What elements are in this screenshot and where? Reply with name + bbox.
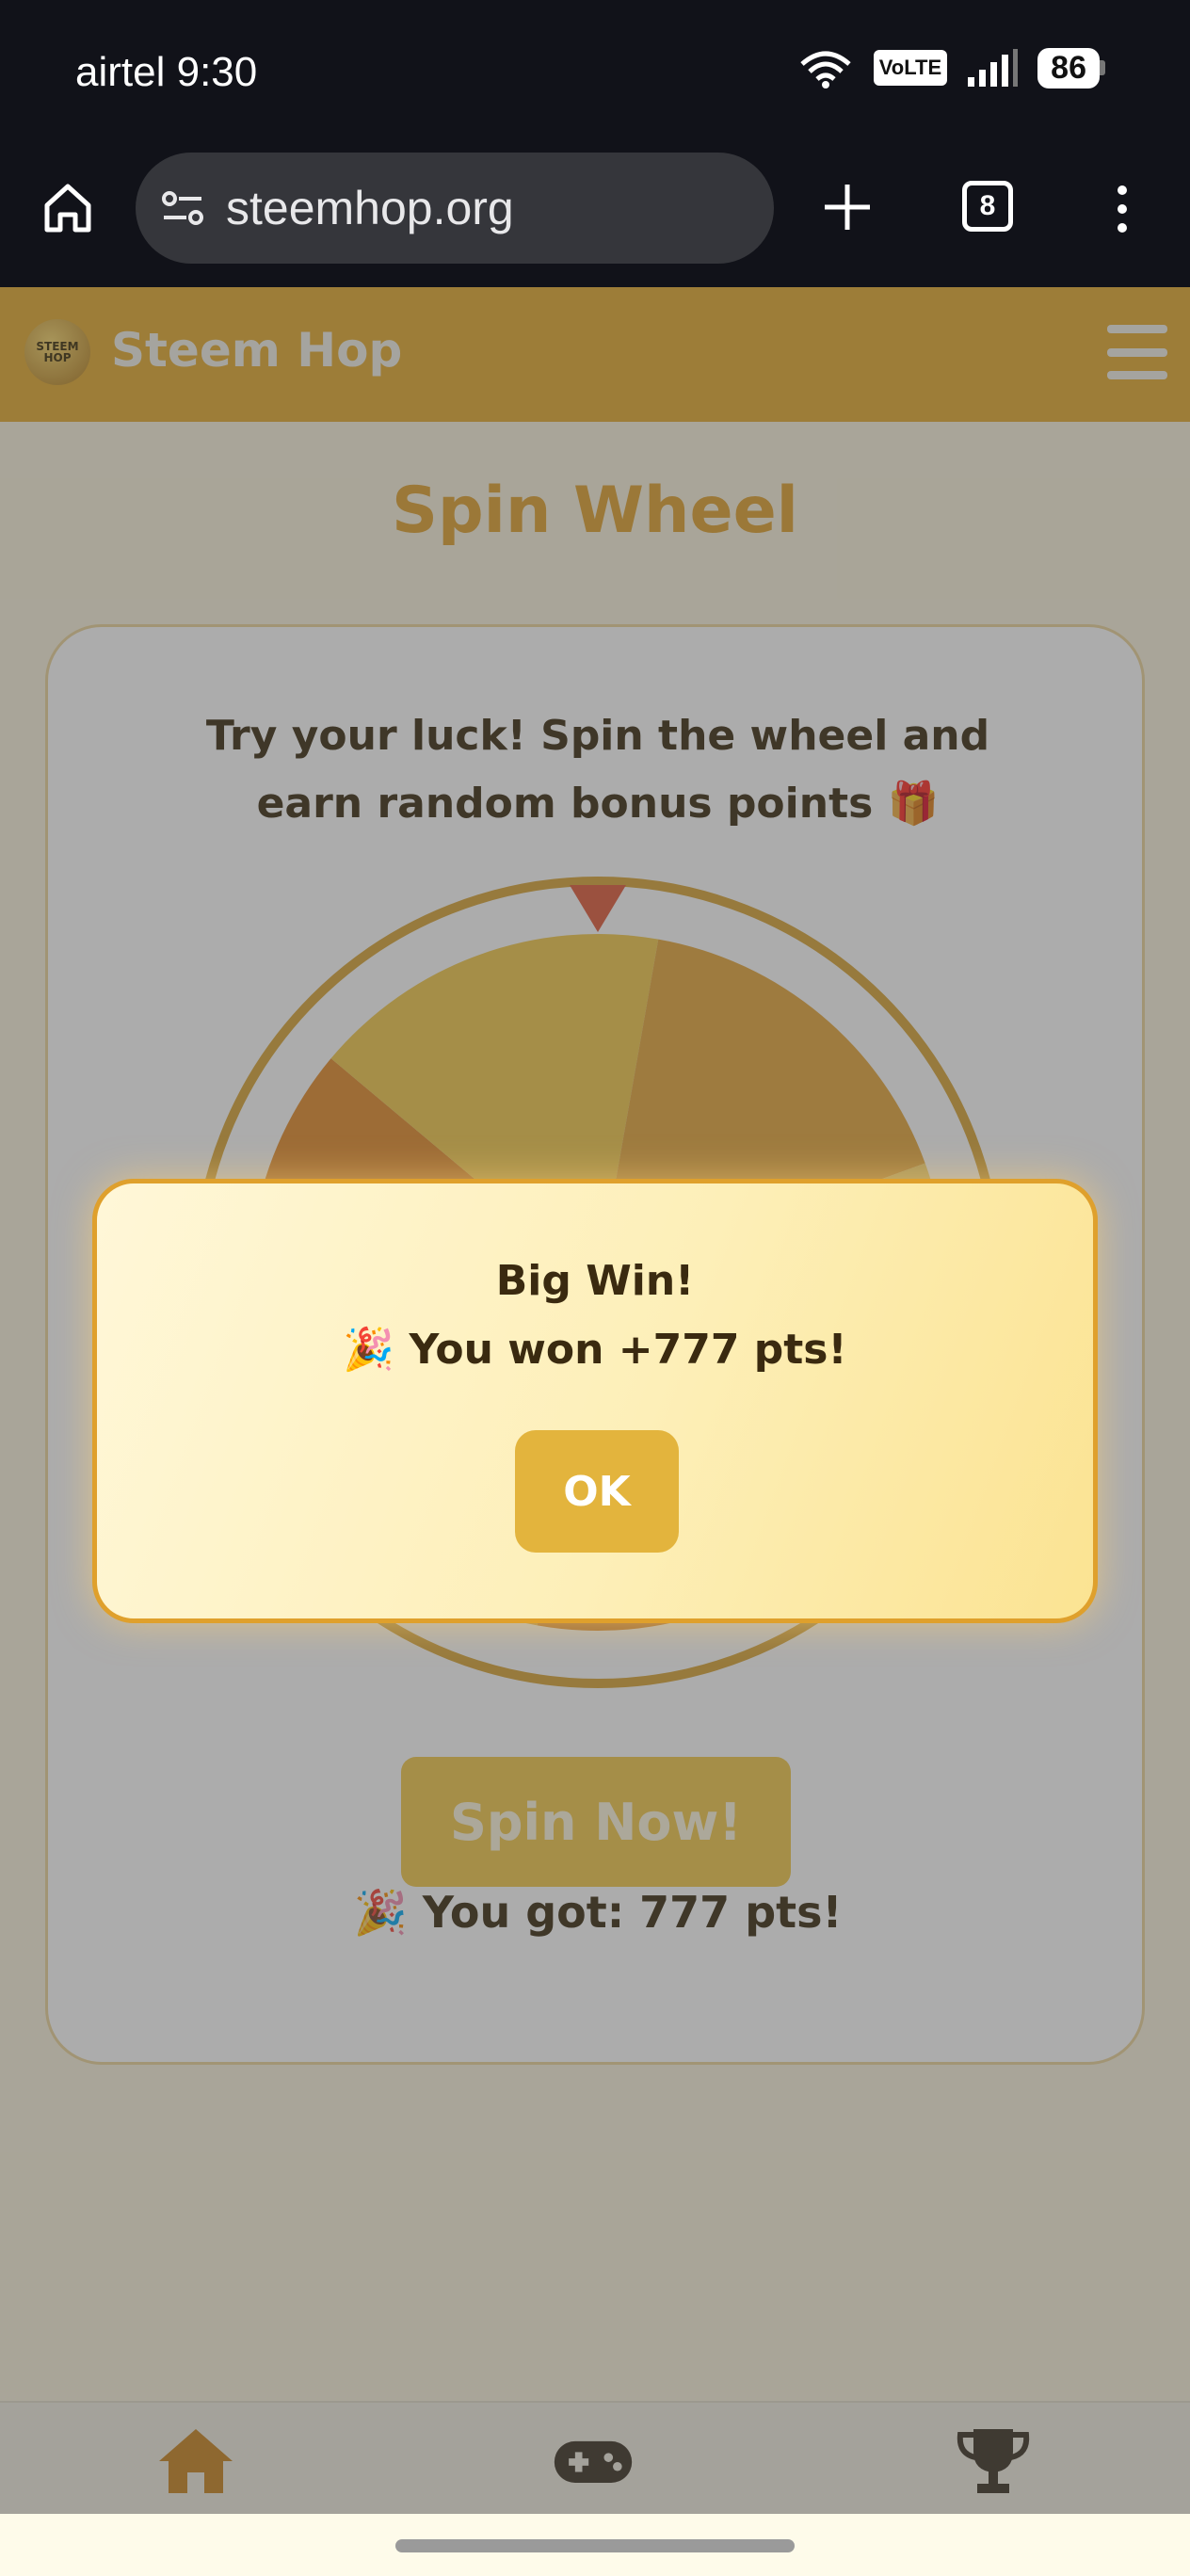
more-options-icon[interactable] bbox=[1109, 183, 1135, 235]
home-icon[interactable] bbox=[40, 179, 96, 235]
status-bar: airtel 9:30 VoLTE 86 bbox=[0, 0, 1190, 151]
hotspot-wifi-icon bbox=[800, 51, 851, 89]
battery-indicator: 86 bbox=[1037, 47, 1105, 89]
url-text: steemhop.org bbox=[226, 182, 514, 234]
signal-icon bbox=[968, 49, 1019, 87]
tab-switcher-button[interactable]: 8 bbox=[962, 181, 1013, 232]
dialog-message: 🎉 You won +777 pts! bbox=[343, 1326, 847, 1374]
status-icons: VoLTE 86 bbox=[796, 47, 1105, 89]
volte-badge: VoLTE bbox=[873, 50, 948, 86]
browser-toolbar: steemhop.org 8 bbox=[0, 151, 1190, 287]
address-bar[interactable]: steemhop.org bbox=[136, 153, 774, 264]
tab-count: 8 bbox=[979, 190, 996, 221]
home-indicator[interactable] bbox=[395, 2539, 795, 2552]
new-tab-icon[interactable] bbox=[821, 181, 874, 233]
gesture-bar bbox=[0, 2514, 1190, 2576]
carrier-time: airtel 9:30 bbox=[75, 49, 258, 95]
battery-level: 86 bbox=[1037, 47, 1100, 89]
dialog-title: Big Win! bbox=[495, 1257, 695, 1305]
ok-button[interactable]: OK bbox=[515, 1430, 679, 1553]
win-dialog: Big Win! 🎉 You won +777 pts! OK bbox=[92, 1179, 1098, 1623]
site-settings-icon[interactable] bbox=[160, 189, 205, 227]
battery-tip bbox=[1100, 60, 1105, 75]
